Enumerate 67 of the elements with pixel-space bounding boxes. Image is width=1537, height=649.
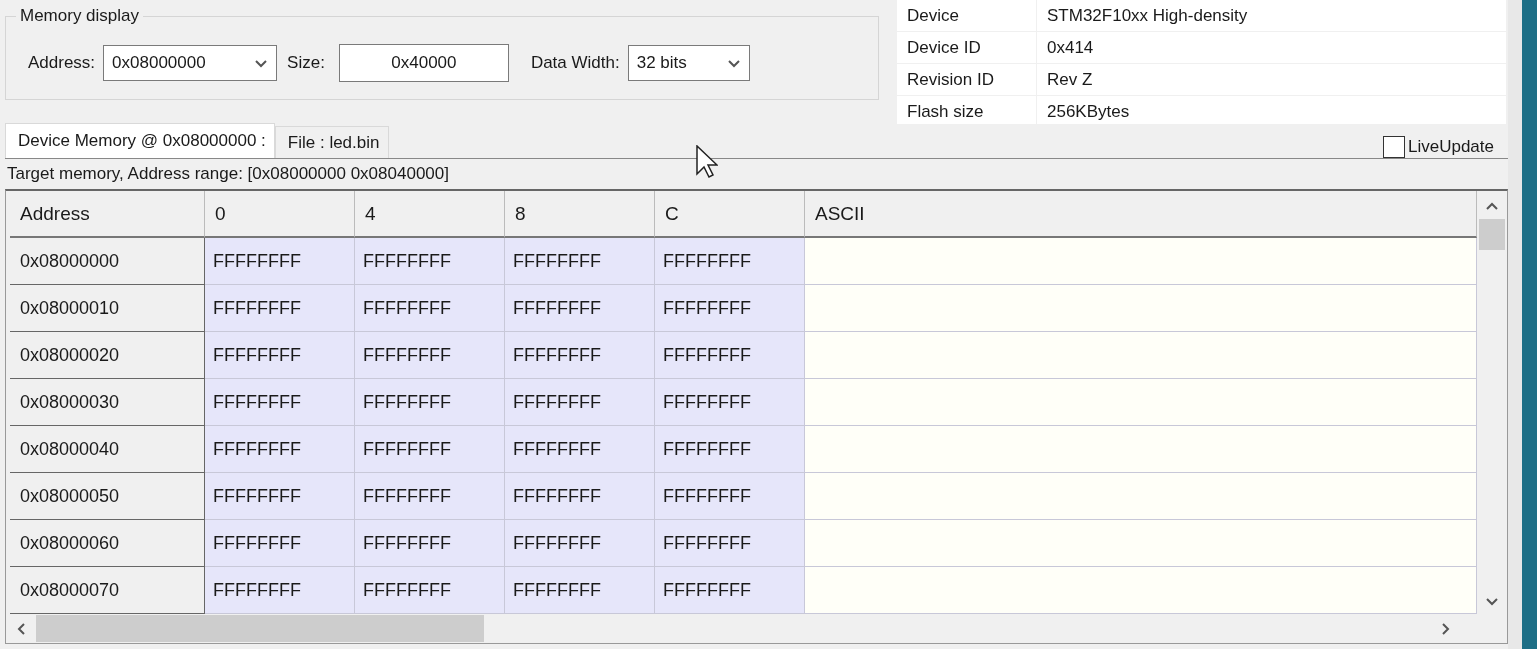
data-cell: FFFFFFFF xyxy=(355,473,505,520)
data-cell: FFFFFFFF xyxy=(205,567,355,614)
data-cell: FFFFFFFF xyxy=(355,379,505,426)
info-label: Device xyxy=(897,0,1037,32)
column-header[interactable]: ASCII xyxy=(805,191,1477,238)
data-cell: FFFFFFFF xyxy=(505,473,655,520)
info-value: 0x414 xyxy=(1037,32,1507,64)
data-cell: FFFFFFFF xyxy=(205,379,355,426)
data-width-label: Data Width: xyxy=(530,52,620,73)
data-cell: FFFFFFFF xyxy=(655,567,805,614)
data-cell: FFFFFFFF xyxy=(505,379,655,426)
data-cell: FFFFFFFF xyxy=(355,520,505,567)
address-cell: 0x08000070 xyxy=(10,567,205,614)
address-cell: 0x08000020 xyxy=(10,332,205,379)
group-title: Memory display xyxy=(19,6,141,26)
data-cell: FFFFFFFF xyxy=(655,520,805,567)
data-cell: FFFFFFFF xyxy=(355,238,505,285)
address-cell: 0x08000060 xyxy=(10,520,205,567)
address-cell: 0x08000040 xyxy=(10,426,205,473)
address-cell: 0x08000030 xyxy=(10,379,205,426)
column-header[interactable]: 8 xyxy=(505,191,655,238)
tab[interactable]: Device Memory @ 0x08000000 : xyxy=(5,123,275,158)
info-value: Rev Z xyxy=(1037,64,1507,96)
data-cell: FFFFFFFF xyxy=(205,285,355,332)
data-cell: FFFFFFFF xyxy=(505,238,655,285)
size-label: Size: xyxy=(287,52,325,73)
address-cell: 0x08000010 xyxy=(10,285,205,332)
info-label: Revision ID xyxy=(897,64,1037,96)
data-cell: FFFFFFFF xyxy=(355,285,505,332)
address-cell: 0x08000000 xyxy=(10,238,205,285)
data-cell: FFFFFFFF xyxy=(205,520,355,567)
data-cell: FFFFFFFF xyxy=(355,426,505,473)
info-label: Device ID xyxy=(897,32,1037,64)
tab[interactable]: File : led.bin xyxy=(274,126,389,158)
info-value: STM32F10xx High-density xyxy=(1037,0,1507,32)
address-dropdown[interactable]: 0x08000000 xyxy=(103,44,278,81)
data-cell: FFFFFFFF xyxy=(655,285,805,332)
data-cell: FFFFFFFF xyxy=(505,520,655,567)
column-header[interactable]: 0 xyxy=(205,191,355,238)
data-cell: FFFFFFFF xyxy=(505,285,655,332)
data-cell: FFFFFFFF xyxy=(655,332,805,379)
data-cell: FFFFFFFF xyxy=(505,332,655,379)
column-header[interactable]: 4 xyxy=(355,191,505,238)
data-cell: FFFFFFFF xyxy=(205,426,355,473)
info-label: Flash size xyxy=(897,96,1037,128)
data-cell: FFFFFFFF xyxy=(205,332,355,379)
address-cell: 0x08000050 xyxy=(10,473,205,520)
data-cell: FFFFFFFF xyxy=(205,473,355,520)
data-cell: FFFFFFFF xyxy=(355,332,505,379)
info-value: 256KBytes xyxy=(1037,96,1507,128)
data-cell: FFFFFFFF xyxy=(505,567,655,614)
data-cell: FFFFFFFF xyxy=(655,473,805,520)
data-cell: FFFFFFFF xyxy=(355,567,505,614)
data-cell: FFFFFFFF xyxy=(655,238,805,285)
data-width-dropdown[interactable]: 32 bits xyxy=(627,44,750,81)
data-cell: FFFFFFFF xyxy=(505,426,655,473)
scrollbar-thumb[interactable] xyxy=(1479,219,1505,250)
size-field[interactable]: 0x40000 xyxy=(338,43,509,82)
data-cell: FFFFFFFF xyxy=(205,238,355,285)
column-header[interactable]: C xyxy=(655,191,805,238)
column-header[interactable]: Address xyxy=(10,191,205,238)
data-cell: FFFFFFFF xyxy=(655,379,805,426)
mouse-cursor-icon xyxy=(696,145,718,179)
scrollbar-thumb[interactable] xyxy=(36,615,484,642)
data-cell: FFFFFFFF xyxy=(655,426,805,473)
address-label: Address: xyxy=(28,52,96,73)
live-update-checkbox[interactable]: LiveUpdate xyxy=(1383,136,1494,158)
